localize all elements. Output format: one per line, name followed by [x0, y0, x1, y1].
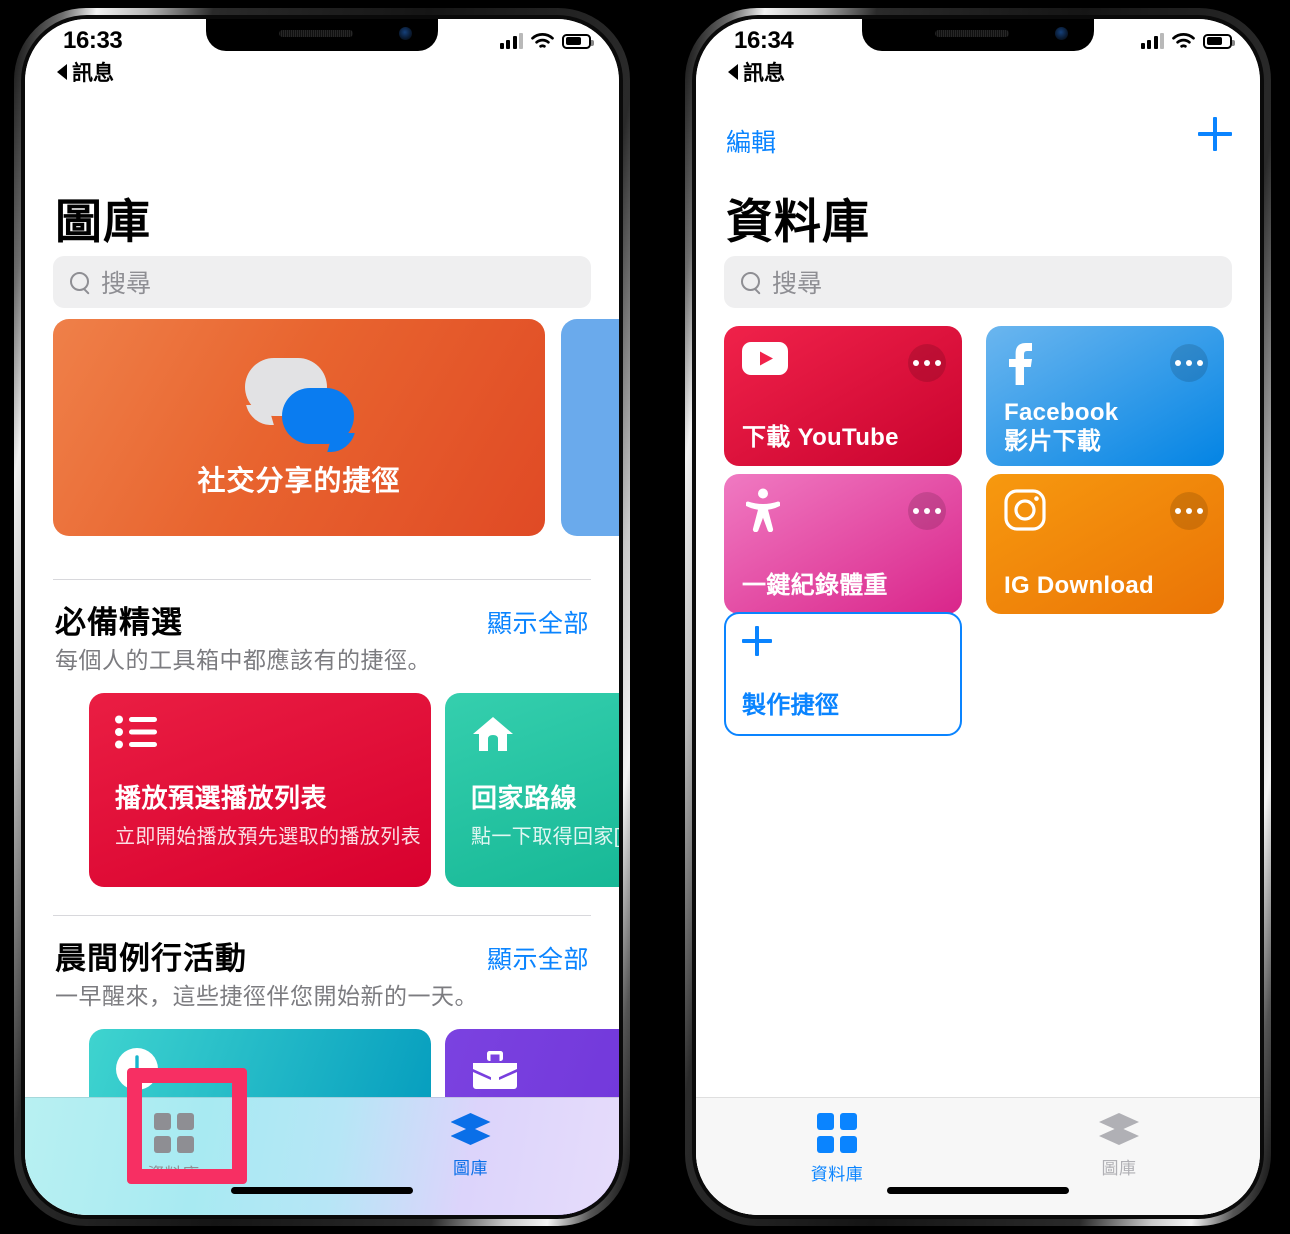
- section-divider-1: [53, 579, 591, 580]
- shortcut-tile-title: 一鍵紀錄體重: [742, 572, 888, 600]
- layers-icon: [1099, 1113, 1139, 1147]
- more-dots-icon[interactable]: [1170, 344, 1208, 382]
- tab-gallery-label: 圖庫: [1101, 1159, 1137, 1178]
- chat-bubbles-icon: [237, 356, 362, 451]
- search-placeholder: 搜尋: [101, 270, 152, 298]
- grid-icon: [817, 1113, 857, 1153]
- search-icon: [70, 272, 90, 292]
- search-placeholder: 搜尋: [772, 270, 823, 298]
- status-bar-gallery: 16:33: [25, 19, 619, 67]
- page-title-gallery: 圖庫: [55, 195, 151, 248]
- facebook-icon: [1004, 342, 1034, 391]
- shortcut-tile-facebook[interactable]: Facebook 影片下載: [986, 326, 1224, 466]
- section-title-essentials: 必備精選: [55, 605, 183, 640]
- library-nav-row: 編輯: [696, 117, 1260, 161]
- section-subtitle-essentials: 每個人的工具箱中都應該有的捷徑。: [55, 647, 431, 673]
- tabbar-gallery: 資料庫 圖庫: [25, 1097, 619, 1215]
- back-to-messages-link[interactable]: 訊息: [728, 57, 785, 87]
- status-time: 16:34: [734, 27, 794, 54]
- more-dots-icon[interactable]: [1170, 492, 1208, 530]
- back-arrow-icon: [57, 64, 67, 80]
- featured-banner-card[interactable]: 社交分享的捷徑: [53, 319, 545, 536]
- tab-gallery[interactable]: 圖庫: [322, 1113, 619, 1179]
- tabbar-library: 資料庫 圖庫: [696, 1097, 1260, 1215]
- youtube-icon: [742, 342, 788, 380]
- home-indicator[interactable]: [887, 1187, 1069, 1194]
- back-label: 訊息: [72, 62, 114, 85]
- create-shortcut-label: 製作捷徑: [742, 692, 840, 719]
- edit-button[interactable]: 編輯: [726, 123, 776, 159]
- tab-library-label: 資料庫: [810, 1165, 864, 1184]
- shortcut-card-subtitle: 立即開始播放預先選取的播放列表: [115, 826, 421, 848]
- shortcut-tile-ig-download[interactable]: IG Download: [986, 474, 1224, 614]
- tab-library[interactable]: 資料庫: [696, 1113, 978, 1185]
- tile-title-line1: 一鍵紀錄體重: [742, 571, 888, 599]
- shortcut-card-directions-home[interactable]: 回家路線 點一下取得回家[: [445, 693, 619, 887]
- tabbar-top-border: [25, 1097, 619, 1098]
- section-title-morning: 晨間例行活動: [55, 941, 247, 976]
- home-icon: [471, 715, 515, 758]
- phone-library: 編輯 下載 YouTube Facebook 影片下載 一鍵紀錄體重 IG Do…: [685, 8, 1271, 1226]
- status-indicators: [499, 32, 594, 50]
- cellular-signal-icon: [1140, 33, 1164, 49]
- more-dots-icon[interactable]: [908, 344, 946, 382]
- tabbar-top-border: [696, 1097, 1260, 1098]
- section-divider-2: [53, 915, 591, 916]
- wifi-icon: [1172, 33, 1195, 48]
- create-shortcut-card[interactable]: 製作捷徑: [724, 612, 962, 736]
- shortcut-tile-title: 下載 YouTube: [742, 424, 899, 452]
- tab-gallery-label: 圖庫: [453, 1159, 488, 1178]
- section-subtitle-morning: 一早醒來，這些捷徑伴您開始新的一天。: [55, 983, 478, 1009]
- page-title-library: 資料庫: [726, 195, 870, 248]
- tile-title-line1: IG Download: [1004, 571, 1154, 599]
- highlight-annotation-library-tab: [127, 1068, 247, 1184]
- status-time: 16:33: [63, 27, 123, 54]
- add-icon[interactable]: [1198, 117, 1232, 151]
- back-label: 訊息: [743, 62, 785, 85]
- screenshot-stage: 社交分享的捷徑 必備精選 顯示全部 每個人的工具箱中都應該有的捷徑。 播放預選播…: [0, 0, 1290, 1234]
- shortcut-card-title: 播放預選播放列表: [115, 783, 328, 813]
- accessibility-icon: [745, 488, 781, 537]
- status-indicators: [1140, 32, 1235, 50]
- featured-banner-row: 社交分享的捷徑: [25, 319, 619, 536]
- back-arrow-icon: [728, 64, 738, 80]
- shortcut-tile-title: IG Download: [1004, 572, 1154, 600]
- bullet-list-icon: [115, 715, 159, 754]
- featured-banner-label: 社交分享的捷徑: [197, 465, 401, 496]
- phone-frame-inner: 社交分享的捷徑 必備精選 顯示全部 每個人的工具箱中都應該有的捷徑。 播放預選播…: [25, 19, 619, 1215]
- home-indicator[interactable]: [231, 1187, 413, 1194]
- shortcut-card-subtitle: 點一下取得回家[: [471, 826, 619, 848]
- tile-title-line2: 影片下載: [1004, 427, 1102, 455]
- shortcut-tile-title: Facebook 影片下載: [1004, 399, 1118, 456]
- shortcut-tile-youtube[interactable]: 下載 YouTube: [724, 326, 962, 466]
- section-show-all-morning[interactable]: 顯示全部: [487, 940, 589, 976]
- search-bar-library[interactable]: 搜尋: [724, 256, 1232, 308]
- featured-banner-next-peek[interactable]: [561, 319, 619, 536]
- back-to-messages-link[interactable]: 訊息: [57, 57, 114, 87]
- tile-title-line1: Facebook: [1004, 399, 1119, 427]
- battery-icon: [1203, 33, 1235, 49]
- shortcut-card-title: 回家路線: [471, 783, 578, 813]
- instagram-icon: [1004, 489, 1046, 536]
- layers-icon: [450, 1113, 491, 1147]
- shortcut-tile-weight-log[interactable]: 一鍵紀錄體重: [724, 474, 962, 614]
- phone-frame-inner: 編輯 下載 YouTube Facebook 影片下載 一鍵紀錄體重 IG Do…: [696, 19, 1260, 1215]
- phone-gallery: 社交分享的捷徑 必備精選 顯示全部 每個人的工具箱中都應該有的捷徑。 播放預選播…: [14, 8, 630, 1226]
- search-icon: [741, 272, 761, 292]
- phone-screen-library: 編輯 下載 YouTube Facebook 影片下載 一鍵紀錄體重 IG Do…: [696, 19, 1260, 1215]
- tab-gallery[interactable]: 圖庫: [978, 1113, 1260, 1179]
- cellular-signal-icon: [499, 33, 523, 49]
- section-show-all-essentials[interactable]: 顯示全部: [487, 604, 589, 640]
- more-dots-icon[interactable]: [908, 492, 946, 530]
- wifi-icon: [531, 33, 554, 48]
- shortcut-card-playlist[interactable]: 播放預選播放列表 立即開始播放預先選取的播放列表: [89, 693, 431, 887]
- tile-title-line1: 下載 YouTube: [742, 423, 899, 451]
- plus-icon: [742, 626, 772, 656]
- briefcase-icon: [471, 1049, 519, 1096]
- search-bar-gallery[interactable]: 搜尋: [53, 256, 591, 308]
- phone-screen-gallery: 社交分享的捷徑 必備精選 顯示全部 每個人的工具箱中都應該有的捷徑。 播放預選播…: [25, 19, 619, 1215]
- battery-icon: [562, 33, 594, 49]
